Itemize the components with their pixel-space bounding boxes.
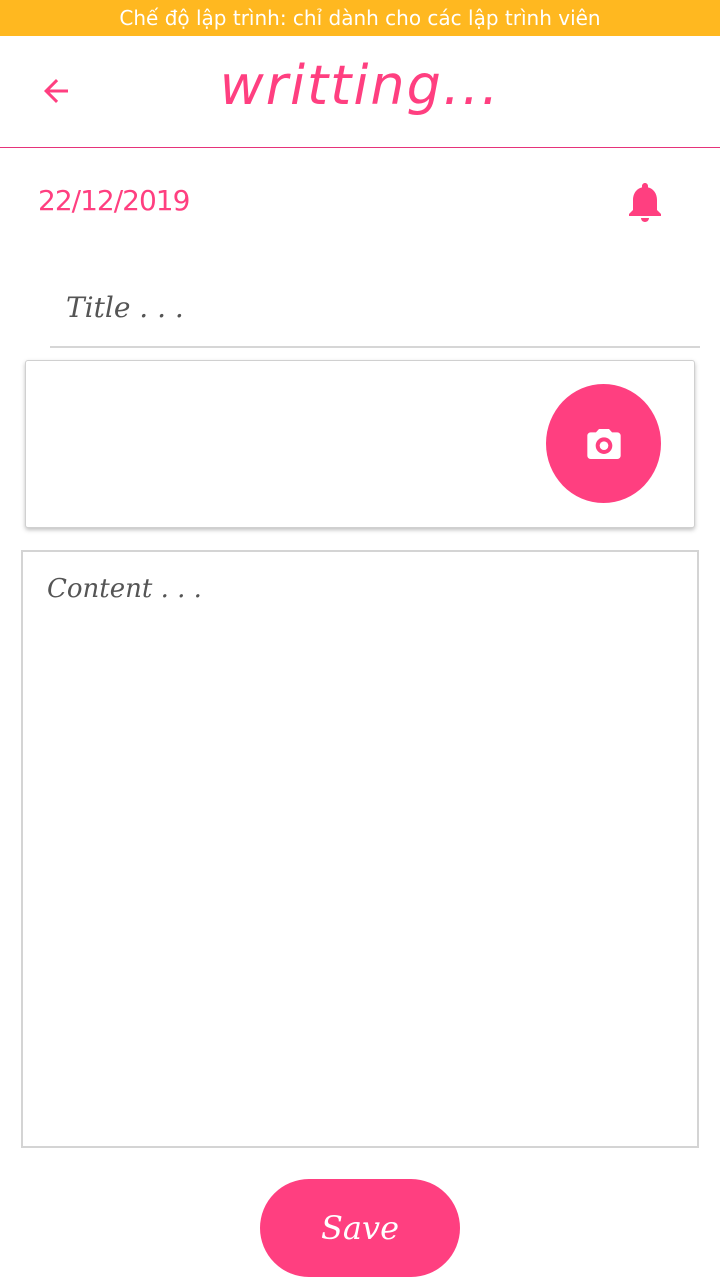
content-textarea[interactable] <box>21 550 699 1148</box>
reminder-button[interactable] <box>620 176 670 228</box>
page-title: writting... <box>219 54 501 117</box>
note-date[interactable]: 22/12/2019 <box>38 184 190 217</box>
developer-mode-text: Chế độ lập trình: chỉ dành cho các lập t… <box>119 6 601 30</box>
camera-icon <box>586 428 621 459</box>
bell-icon <box>629 183 661 222</box>
developer-mode-banner: Chế độ lập trình: chỉ dành cho các lập t… <box>0 0 720 36</box>
title-input[interactable] <box>50 268 700 348</box>
save-button[interactable]: Save <box>260 1179 460 1277</box>
app-bar: writting... <box>0 36 720 148</box>
camera-button[interactable] <box>546 384 661 503</box>
